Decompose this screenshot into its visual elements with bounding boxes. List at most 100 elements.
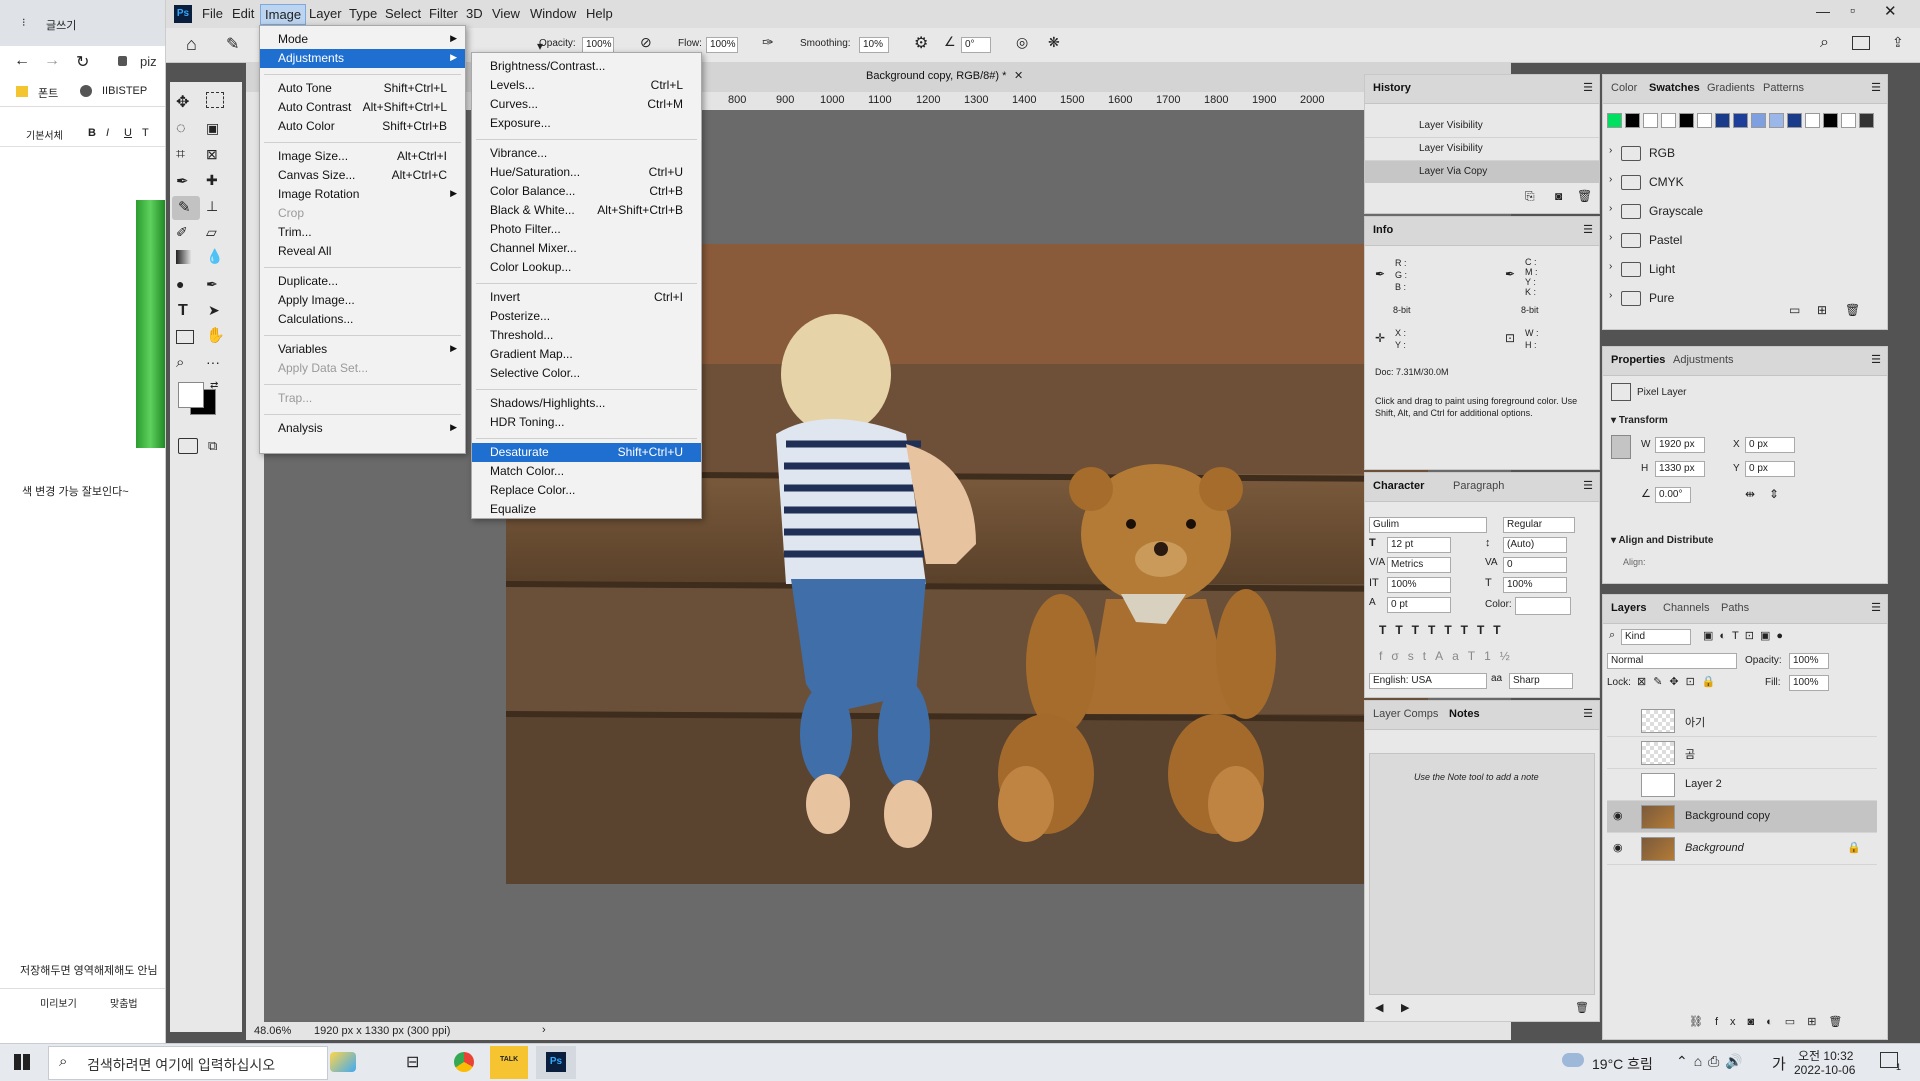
italic-button[interactable]: I <box>106 127 109 139</box>
menu-item[interactable]: Color Lookup... <box>472 258 701 277</box>
menu-item[interactable]: Mode ▶ <box>260 30 465 49</box>
menu-window[interactable]: Window <box>530 6 576 21</box>
path-select-icon[interactable]: ➤ <box>208 302 220 319</box>
menu-item[interactable]: Posterize... <box>472 307 701 326</box>
color-swatch[interactable] <box>1859 113 1874 128</box>
menu-item[interactable]: Shadows/Highlights... <box>472 394 701 413</box>
menu-item[interactable]: HDR Toning... <box>472 413 701 432</box>
paths-tab[interactable]: Paths <box>1721 602 1749 614</box>
menu-item[interactable]: Levels... Ctrl+L <box>472 76 701 95</box>
object-select-tool-icon[interactable]: ▣ <box>206 120 219 137</box>
dodge-tool-icon[interactable]: ● <box>176 276 184 292</box>
screen-mode-icon[interactable]: ⧉ <box>208 438 217 454</box>
character-tab[interactable]: Character <box>1373 480 1424 492</box>
flip-horizontal-icon[interactable]: ⇹ <box>1745 487 1755 501</box>
flow-field[interactable]: 100% <box>706 37 738 53</box>
panel-menu-icon[interactable]: ☰ <box>1583 479 1593 492</box>
menu-item[interactable]: Hue/Saturation... Ctrl+U <box>472 163 701 182</box>
swatch-folder[interactable]: › RGB <box>1603 141 1873 165</box>
menu-item[interactable]: Black & White... Alt+Shift+Ctrl+B <box>472 201 701 220</box>
color-swatch[interactable] <box>1841 113 1856 128</box>
font-style-select[interactable]: Regular <box>1503 517 1575 533</box>
color-swatch[interactable] <box>1751 113 1766 128</box>
new-group-icon[interactable]: ▭ <box>1789 303 1800 317</box>
task-view-icon[interactable]: ⊟ <box>406 1052 419 1072</box>
close-button[interactable]: ✕ <box>1884 2 1897 20</box>
spellcheck-button[interactable]: 맞춤법 <box>110 995 138 1010</box>
flip-vertical-icon[interactable]: ⇕ <box>1769 487 1779 501</box>
panel-menu-icon[interactable]: ☰ <box>1583 81 1593 94</box>
bookmark-item[interactable]: 폰트 <box>38 85 58 101</box>
layer-opacity-field[interactable]: 100% <box>1789 653 1829 669</box>
menu-item[interactable]: Replace Color... <box>472 481 701 500</box>
chevron-right-icon[interactable]: › <box>1609 290 1612 301</box>
menu-item[interactable]: Gradient Map... <box>472 345 701 364</box>
menu-item[interactable]: Brightness/Contrast... <box>472 57 701 76</box>
notes-tab[interactable]: Notes <box>1449 708 1480 720</box>
chevron-right-icon[interactable]: › <box>1609 261 1612 272</box>
chevron-right-icon[interactable]: › <box>542 1024 546 1036</box>
menu-item[interactable]: Equalize <box>472 500 701 519</box>
strike-button[interactable]: T <box>142 127 149 139</box>
color-swatch[interactable] <box>1769 113 1784 128</box>
layer-visibility-icon[interactable] <box>1613 713 1627 727</box>
menu-item[interactable]: Channel Mixer... <box>472 239 701 258</box>
color-swatch[interactable] <box>1643 113 1658 128</box>
color-swatch[interactable] <box>1823 113 1838 128</box>
align-section[interactable]: ▾ Align and Distribute <box>1611 535 1713 546</box>
layer-filter-select[interactable]: Kind <box>1621 629 1691 645</box>
menu-item[interactable]: Curves... Ctrl+M <box>472 95 701 114</box>
layer-row[interactable]: 곰 <box>1607 737 1877 769</box>
menu-item[interactable]: Image Size... Alt+Ctrl+I <box>260 147 465 166</box>
underline-button[interactable]: U <box>124 127 132 139</box>
menu-item[interactable]: Duplicate... <box>260 272 465 291</box>
brush-tool-icon[interactable]: ✎ <box>178 198 191 216</box>
menu-filter[interactable]: Filter <box>429 6 458 21</box>
menu-item[interactable]: Auto Tone Shift+Ctrl+L <box>260 79 465 98</box>
layer-visibility-icon[interactable]: ◉ <box>1613 809 1627 823</box>
tray-icons[interactable]: ⌃⌂⎙🔊 <box>1676 1053 1749 1070</box>
back-icon[interactable]: ← <box>14 52 30 70</box>
menu-item[interactable]: Invert Ctrl+I <box>472 288 701 307</box>
gradient-tool-icon[interactable] <box>176 250 192 264</box>
color-swatch[interactable] <box>1679 113 1694 128</box>
history-item[interactable]: Layer Visibility <box>1365 115 1599 138</box>
vertical-scale-field[interactable]: 100% <box>1387 577 1451 593</box>
swap-colors-icon[interactable]: ⇄ <box>210 380 218 391</box>
angle-field[interactable]: 0° <box>961 37 991 53</box>
windows-start-icon[interactable] <box>14 1054 30 1070</box>
clock-date[interactable]: 2022-10-06 <box>1794 1063 1855 1077</box>
layer-visibility-icon[interactable]: ◉ <box>1613 841 1627 855</box>
layer-row[interactable]: ◉ Background copy <box>1607 801 1877 833</box>
menu-item[interactable]: Selective Color... <box>472 364 701 383</box>
brush-icon[interactable]: ✎ <box>226 34 239 54</box>
panel-menu-icon[interactable]: ☰ <box>1583 707 1593 720</box>
menu-item[interactable]: Trim... <box>260 223 465 242</box>
maximize-button[interactable]: ▫ <box>1850 2 1855 18</box>
menu-layer[interactable]: Layer <box>309 6 342 21</box>
shape-tool-icon[interactable] <box>176 330 194 344</box>
layer-row[interactable]: Layer 2 <box>1607 769 1877 801</box>
color-swatch[interactable] <box>1625 113 1640 128</box>
document-tab[interactable]: Background copy, RGB/8#) * <box>866 70 1006 82</box>
crop-tool-icon[interactable]: ⌗ <box>176 146 185 164</box>
swatch-folder[interactable]: › Grayscale <box>1603 199 1873 223</box>
pressure-icon[interactable]: ⊘ <box>640 34 652 51</box>
airbrush-icon[interactable]: ✑ <box>762 34 774 51</box>
antialias-select[interactable]: Sharp <box>1509 673 1573 689</box>
hand-tool-icon[interactable]: ✋ <box>206 326 225 344</box>
menu-help[interactable]: Help <box>586 6 613 21</box>
panel-menu-icon[interactable]: ☰ <box>1871 81 1881 94</box>
patterns-tab[interactable]: Patterns <box>1763 82 1804 94</box>
preview-button[interactable]: 미리보기 <box>40 995 77 1010</box>
link-icon[interactable] <box>1611 435 1631 459</box>
new-document-icon[interactable]: ⎘ <box>1525 189 1535 204</box>
info-tab[interactable]: Info <box>1373 224 1393 236</box>
font-size-field[interactable]: 12 pt <box>1387 537 1451 553</box>
color-swatch[interactable] <box>1787 113 1802 128</box>
reload-icon[interactable]: ↻ <box>76 52 89 72</box>
menu-item[interactable]: Analysis ▶ <box>260 419 465 438</box>
address-bar[interactable]: piz <box>140 54 157 69</box>
color-swatch[interactable] <box>1661 113 1676 128</box>
symmetry-icon[interactable]: ❋ <box>1048 34 1060 51</box>
